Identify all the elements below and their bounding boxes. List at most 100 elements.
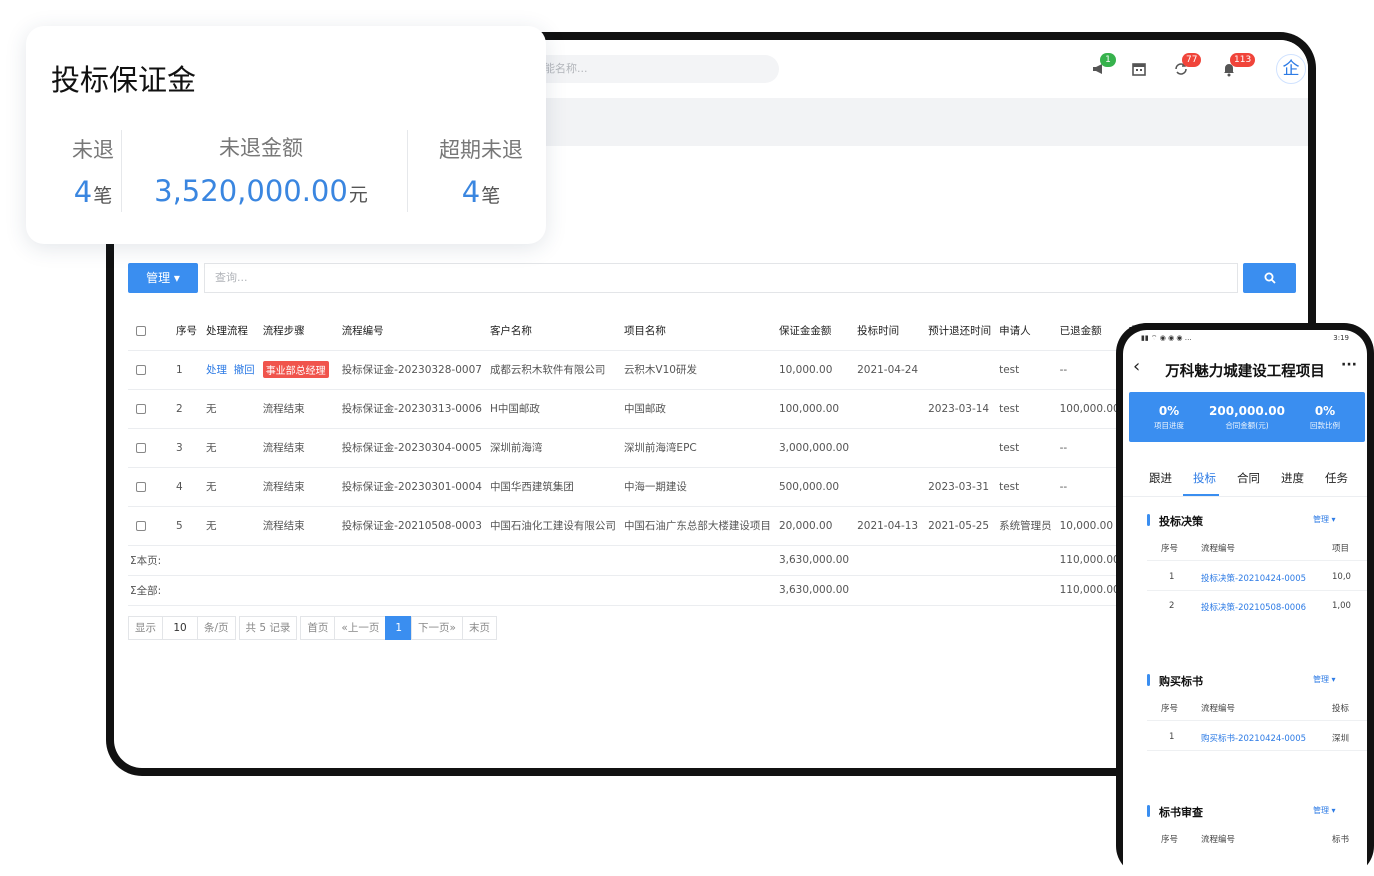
cell-project-link[interactable]: 深圳前海湾EPC — [619, 428, 775, 468]
tab-contract[interactable]: 合同 — [1237, 470, 1260, 486]
cell-customer-link[interactable]: 深圳前海湾 — [485, 428, 620, 468]
cell-refunded: -- — [1055, 350, 1124, 390]
sub-cell-code-link[interactable]: 购买标书-20210424-0005 — [1201, 732, 1306, 744]
table-row[interactable]: 1 处理 撤回 事业部总经理 投标保证金-20230328-0007 成都云积木… — [128, 350, 1153, 390]
section-accent — [1147, 674, 1150, 686]
phone-screen: ▮▮ ⌔ ◉ ◉ ◉ … 3:19 ‹ 万科魅力城建设工程项目 ··· 0% 项… — [1123, 330, 1367, 876]
tab-task[interactable]: 任务 — [1325, 470, 1348, 486]
cell-flow: 无 — [202, 428, 259, 468]
stat-unrefunded: 未退 4笔 — [48, 134, 138, 209]
header-code: 流程编号 — [337, 312, 486, 351]
sub-divider — [1147, 560, 1367, 561]
cell-project-link[interactable]: 中国邮政 — [619, 389, 775, 429]
cell-refunded: -- — [1055, 467, 1124, 507]
header-flow: 处理流程 — [202, 312, 259, 351]
page-sum-amount: 3,630,000.00 — [774, 545, 854, 576]
tab-bid[interactable]: 投标 — [1193, 470, 1216, 486]
refresh-icon[interactable]: 77 — [1172, 53, 1202, 79]
cell-bid-date: 2021-04-13 — [853, 506, 925, 546]
sub-divider — [1147, 750, 1367, 751]
tab-progress[interactable]: 进度 — [1281, 470, 1304, 486]
more-icon[interactable]: ··· — [1341, 357, 1357, 373]
pager-show-label: 显示 — [128, 616, 163, 640]
cell-project-link[interactable]: 中国石油广东总部大楼建设项目 — [619, 506, 775, 546]
row-checkbox[interactable] — [136, 364, 146, 375]
cell-code-link[interactable]: 投标保证金-20230304-0005 — [337, 428, 486, 468]
calendar-icon[interactable] — [1130, 61, 1148, 79]
bell-badge: 113 — [1230, 53, 1256, 67]
cell-project-link[interactable]: 云积木V10研发 — [619, 350, 775, 390]
header-select-all[interactable] — [128, 312, 172, 351]
status-time: 3:19 — [1333, 334, 1349, 342]
select-all-checkbox[interactable] — [136, 325, 146, 336]
row-checkbox[interactable] — [136, 520, 146, 531]
table-row[interactable]: 2 无 流程结束 投标保证金-20230313-0006 H中国邮政 中国邮政 … — [128, 389, 1153, 429]
next-page-button[interactable]: 下一页» — [411, 616, 463, 640]
section-manage-button[interactable]: 管理 ▾ — [1313, 674, 1336, 685]
table-row[interactable]: 3 无 流程结束 投标保证金-20230304-0005 深圳前海湾 深圳前海湾… — [128, 428, 1153, 468]
page-sum-label: Σ本页: — [128, 545, 775, 576]
stat-contract-value: 200,000.00 — [1209, 404, 1285, 418]
header-refunded: 已退金额 — [1055, 312, 1124, 351]
cell-step: 流程结束 — [258, 428, 338, 468]
cell-customer-link[interactable]: 中国石油化工建设有限公司 — [485, 506, 620, 546]
search-button[interactable] — [1243, 263, 1296, 293]
process-link[interactable]: 处理 — [206, 364, 227, 376]
section-manage-button[interactable]: 管理 ▾ — [1313, 805, 1336, 816]
withdraw-link[interactable]: 撤回 — [234, 364, 255, 376]
cell-refunded: 10,000.00 — [1055, 506, 1124, 546]
cell-bid-date — [853, 389, 925, 429]
prev-page-button[interactable]: «上一页 — [334, 616, 387, 640]
row-checkbox[interactable] — [136, 442, 146, 453]
cell-customer-link[interactable]: H中国邮政 — [485, 389, 620, 429]
section-manage-button[interactable]: 管理 ▾ — [1313, 514, 1336, 525]
megaphone-icon[interactable]: 1 — [1090, 53, 1116, 79]
cell-amount: 3,000,000.00 — [774, 428, 854, 468]
cell-no: 4 — [172, 467, 202, 507]
stat-progress-value: 0% — [1158, 404, 1180, 418]
cell-bid-date — [853, 428, 925, 468]
cell-project-link[interactable]: 中海一期建设 — [619, 467, 775, 507]
page-1-button[interactable]: 1 — [385, 616, 413, 640]
section-title: 购买标书 — [1159, 675, 1203, 688]
cell-customer-link[interactable]: 成都云积木软件有限公司 — [485, 350, 620, 390]
query-input[interactable]: 查询... — [204, 263, 1238, 293]
cell-no: 5 — [172, 506, 202, 546]
table-row[interactable]: 5 无 流程结束 投标保证金-20210508-0003 中国石油化工建设有限公… — [128, 506, 1153, 546]
stat-payback-label: 回款比例 — [1310, 421, 1340, 430]
manage-button[interactable]: 管理 ▾ — [128, 263, 198, 293]
sub-header-extra: 标书 — [1332, 835, 1350, 845]
row-checkbox[interactable] — [136, 481, 146, 492]
pagination: 显示 10 条/页 共 5 记录 首页 «上一页 1 下一页» 末页 — [128, 616, 497, 640]
cell-return-date — [924, 428, 996, 468]
pager-per-page-label: 条/页 — [197, 616, 236, 640]
cell-no: 3 — [172, 428, 202, 468]
table-header-row: 序号 处理流程 流程步骤 流程编号 客户名称 项目名称 保证金金额 投标时间 预… — [128, 312, 1153, 351]
toolbar: 管理 ▾ 查询... — [128, 263, 1296, 293]
sub-cell-code-link[interactable]: 投标决策-20210424-0005 — [1201, 572, 1306, 584]
cell-applicant: test — [995, 428, 1056, 468]
last-page-button[interactable]: 末页 — [461, 616, 497, 640]
first-page-button[interactable]: 首页 — [300, 616, 336, 640]
sub-cell-code-link[interactable]: 投标决策-20210508-0006 — [1201, 601, 1306, 613]
row-checkbox[interactable] — [136, 403, 146, 414]
stat-overdue-value: 4 — [461, 175, 481, 209]
cell-code-link[interactable]: 投标保证金-20230313-0006 — [337, 389, 486, 429]
section-title: 标书审查 — [1159, 806, 1203, 819]
tab-follow[interactable]: 跟进 — [1149, 470, 1172, 486]
notify-badge: 1 — [1100, 53, 1116, 67]
bell-icon[interactable]: 113 — [1220, 53, 1256, 79]
cell-return-date — [924, 350, 996, 390]
cell-customer-link[interactable]: 中国华西建筑集团 — [485, 467, 620, 507]
cell-flow: 处理 撤回 — [202, 350, 259, 390]
deposit-table: 序号 处理流程 流程步骤 流程编号 客户名称 项目名称 保证金金额 投标时间 预… — [128, 312, 1153, 606]
cell-amount: 500,000.00 — [774, 467, 854, 507]
cell-code-link[interactable]: 投标保证金-20210508-0003 — [337, 506, 486, 546]
table-row[interactable]: 4 无 流程结束 投标保证金-20230301-0004 中国华西建筑集团 中海… — [128, 467, 1153, 507]
stat-progress-label: 项目进度 — [1154, 421, 1184, 430]
corp-avatar[interactable]: 企 — [1276, 54, 1306, 84]
cell-code-link[interactable]: 投标保证金-20230301-0004 — [337, 467, 486, 507]
tabs-divider — [1123, 496, 1367, 497]
cell-code-link[interactable]: 投标保证金-20230328-0007 — [337, 350, 486, 390]
page-size-input[interactable]: 10 — [162, 616, 198, 640]
